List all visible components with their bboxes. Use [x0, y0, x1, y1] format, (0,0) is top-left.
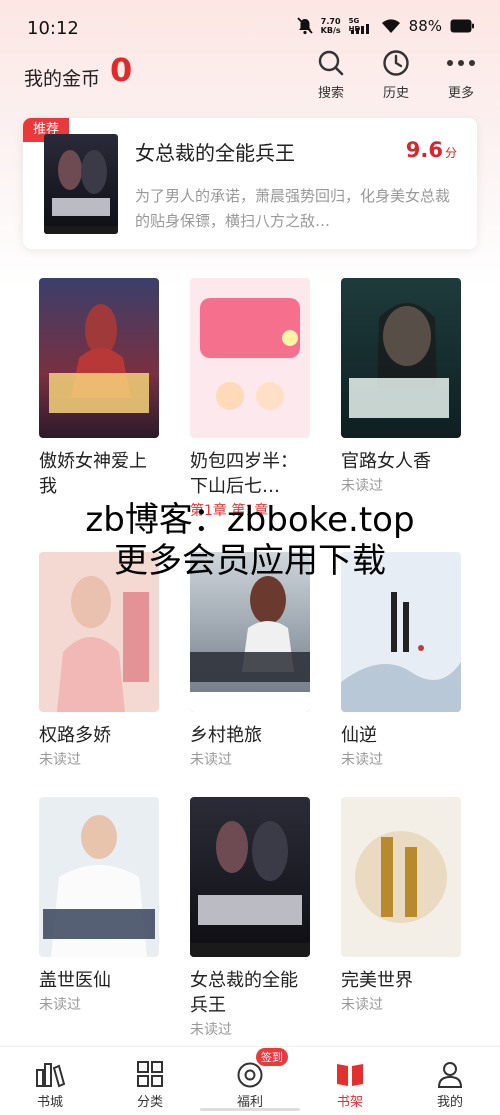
user-icon	[437, 1062, 463, 1088]
net-speed: 7.70 KB/s	[321, 17, 341, 35]
net-speed-unit: KB/s	[320, 26, 341, 35]
coin-count[interactable]: 0	[110, 51, 132, 89]
search-label: 搜索	[317, 86, 344, 101]
book-cover[interactable]	[341, 797, 461, 957]
history-label: 历史	[382, 86, 409, 101]
nav-bookstore[interactable]: 书城	[20, 1059, 80, 1110]
more-label: 更多	[447, 86, 474, 101]
book-item[interactable]: 仙逆 未读过	[341, 552, 471, 769]
recommend-score: 9.6 分	[406, 138, 457, 162]
sign-in-badge[interactable]: 签到	[256, 1048, 288, 1066]
wifi-icon	[381, 19, 400, 33]
status-time: 10:12	[27, 18, 79, 39]
book-cover[interactable]	[190, 278, 310, 438]
book-item[interactable]: 女总裁的全能兵王 未读过	[190, 797, 320, 1039]
search-icon	[318, 50, 344, 76]
book-item[interactable]: 完美世界 未读过	[341, 797, 471, 1014]
book-cover[interactable]	[39, 278, 159, 438]
recommend-card[interactable]: 推荐 女总裁的全能兵王 9.6 分 为了男人的承诺，萧晨强势回归，化身美女总裁的贴…	[23, 118, 477, 249]
recommend-title: 女总裁的全能兵王	[135, 141, 295, 165]
status-icons: 7.70 KB/s 5G HD 88%	[297, 17, 474, 35]
book-status: 未读过	[190, 752, 232, 768]
nav-bookshelf[interactable]: 书架	[320, 1059, 380, 1110]
nav-bookstore-label: 书城	[36, 1095, 63, 1110]
shelf-header: 我的金币 0 搜索 历史 更多	[0, 48, 500, 108]
battery-icon	[450, 19, 474, 33]
net-speed-value: 7.70	[320, 17, 341, 26]
book-item[interactable]: 权路多娇 未读过	[39, 552, 169, 769]
book-cover[interactable]	[39, 797, 159, 957]
nav-category[interactable]: 分类	[120, 1059, 180, 1110]
bookstore-icon	[36, 1063, 65, 1088]
book-status: 未读过	[190, 1022, 232, 1038]
score-unit: 分	[444, 146, 457, 160]
book-item[interactable]: 奶包四岁半：下山后七… 第1章 第1章	[190, 278, 320, 520]
more-dots-icon	[447, 60, 475, 66]
book-status: 未读过	[341, 752, 383, 768]
book-cover[interactable]	[341, 278, 461, 438]
coin-label: 我的金币	[24, 68, 101, 90]
book-title: 乡村艳旅	[190, 725, 262, 746]
home-indicator	[200, 1108, 300, 1111]
book-status: 未读过	[39, 752, 81, 768]
recommend-description: 为了男人的承诺，萧晨强势回归，化身美女总裁的贴身保镖，横扫八方之敌…	[135, 187, 451, 230]
nav-mine[interactable]: 我的	[420, 1059, 480, 1110]
grid-icon	[137, 1061, 163, 1087]
nav-mine-label: 我的	[436, 1095, 463, 1110]
nav-category-label: 分类	[136, 1095, 163, 1110]
mute-icon	[297, 17, 313, 35]
book-item[interactable]: 乡村艳旅 未读过	[190, 552, 320, 769]
book-cover[interactable]	[190, 797, 310, 957]
nav-welfare[interactable]: 福利	[220, 1059, 280, 1110]
battery-percent: 88%	[408, 17, 442, 35]
signal-icon: 5G HD	[349, 17, 373, 35]
book-item[interactable]: 盖世医仙 未读过	[39, 797, 169, 1014]
clock-icon	[383, 50, 409, 76]
book-title: 仙逆	[341, 725, 377, 746]
more-button[interactable]: 更多	[433, 48, 489, 101]
nav-bookshelf-label: 书架	[336, 1095, 363, 1110]
history-button[interactable]: 历史	[368, 48, 424, 101]
book-title: 官路女人香	[341, 451, 431, 472]
book-title: 盖世医仙	[39, 970, 111, 991]
bottom-nav: 书城 分类 福利 书架 我的	[0, 1046, 500, 1115]
book-item[interactable]: 官路女人香 未读过	[341, 278, 471, 495]
score-value: 9.6	[405, 138, 443, 162]
book-title: 权路多娇	[39, 725, 111, 746]
book-status: 未读过	[39, 997, 81, 1013]
search-button[interactable]: 搜索	[303, 48, 359, 101]
book-status: 未读过	[341, 997, 383, 1013]
recommend-book-cover[interactable]	[44, 134, 118, 234]
open-book-icon	[337, 1064, 363, 1086]
book-title: 女总裁的全能兵王	[190, 970, 298, 1016]
book-item[interactable]: 傲娇女神爱上我	[39, 278, 169, 500]
book-title: 完美世界	[341, 970, 413, 991]
watermark-line-2: 更多会员应用下载	[114, 541, 386, 581]
